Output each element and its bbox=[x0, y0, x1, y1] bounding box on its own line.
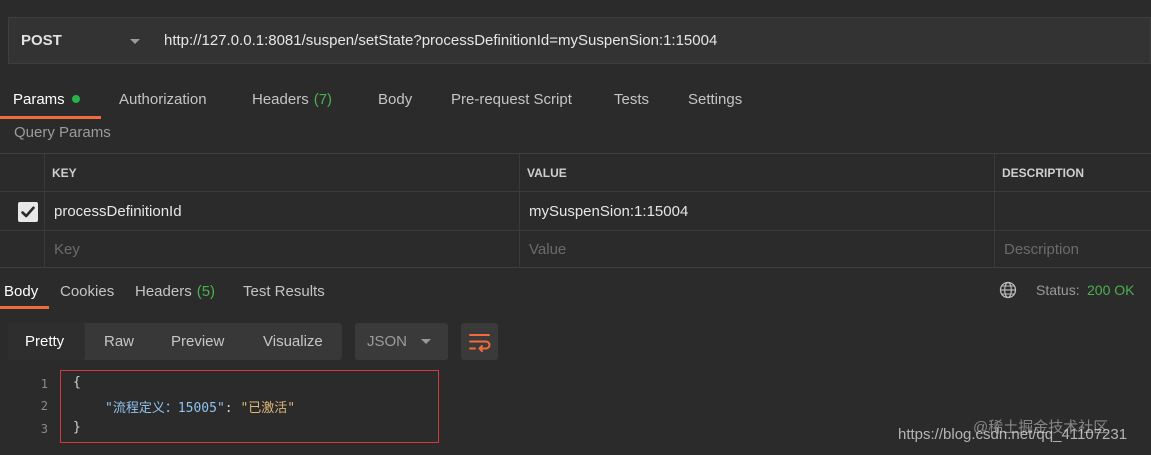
tab-headers-label: Headers bbox=[252, 90, 309, 108]
code-close-brace: } bbox=[73, 420, 81, 435]
request-bar: POST http://127.0.0.1:8081/suspen/setSta… bbox=[8, 17, 1151, 64]
url-input[interactable]: http://127.0.0.1:8081/suspen/setState?pr… bbox=[164, 18, 717, 63]
method-select[interactable]: POST bbox=[9, 18, 155, 63]
response-tab-test-results[interactable]: Test Results bbox=[243, 276, 325, 306]
tab-tests[interactable]: Tests bbox=[614, 83, 649, 115]
tab-headers-count: (7) bbox=[313, 90, 333, 108]
tab-headers[interactable]: Headers (7) bbox=[252, 83, 332, 115]
chevron-down-icon bbox=[421, 339, 431, 344]
table-header-row: KEY VALUE DESCRIPTION bbox=[0, 154, 1151, 192]
new-description-input[interactable]: Description bbox=[1004, 231, 1079, 268]
view-pretty-button[interactable]: Pretty bbox=[25, 323, 64, 360]
response-tab-body[interactable]: Body bbox=[4, 276, 38, 306]
new-value-input[interactable]: Value bbox=[529, 231, 566, 268]
column-header-value: VALUE bbox=[527, 165, 567, 180]
json-value: "已激活" bbox=[240, 401, 296, 416]
view-preview-button[interactable]: Preview bbox=[171, 323, 224, 360]
tab-pre-request-script-label: Pre-request Script bbox=[451, 90, 572, 108]
watermark-csdn: https://blog.csdn.net/qq_41107231 bbox=[898, 426, 1128, 443]
line-number: 3 bbox=[40, 422, 48, 436]
column-header-description: DESCRIPTION bbox=[1002, 165, 1085, 180]
param-description-input[interactable] bbox=[1004, 192, 1144, 230]
json-colon: : bbox=[224, 401, 241, 416]
tab-settings-label: Settings bbox=[688, 90, 743, 108]
code-line-1: { bbox=[73, 375, 81, 390]
param-enabled-checkbox[interactable] bbox=[18, 202, 38, 222]
request-tabs: Params Authorization Headers (7) Body Pr… bbox=[0, 83, 1151, 119]
wrap-lines-button[interactable] bbox=[461, 323, 498, 360]
params-active-dot-icon bbox=[71, 95, 80, 103]
response-tab-body-label: Body bbox=[4, 282, 39, 300]
tab-params[interactable]: Params bbox=[13, 83, 80, 115]
line-number: 1 bbox=[40, 377, 48, 391]
line-number: 2 bbox=[40, 399, 48, 413]
wrap-lines-icon bbox=[469, 334, 491, 352]
tab-authorization[interactable]: Authorization bbox=[119, 83, 207, 115]
chevron-down-icon bbox=[130, 39, 140, 44]
column-header-key: KEY bbox=[52, 165, 77, 180]
tab-body[interactable]: Body bbox=[378, 83, 412, 115]
tab-tests-label: Tests bbox=[614, 90, 650, 108]
format-select[interactable]: JSON bbox=[355, 323, 448, 360]
tab-params-label: Params bbox=[13, 90, 65, 108]
response-tab-headers[interactable]: Headers (5) bbox=[135, 276, 215, 306]
tab-settings[interactable]: Settings bbox=[688, 83, 742, 115]
checkmark-icon bbox=[21, 206, 35, 218]
response-tab-headers-label: Headers bbox=[135, 282, 192, 300]
response-tab-cookies[interactable]: Cookies bbox=[60, 276, 114, 306]
code-line-3: } bbox=[73, 420, 81, 435]
format-select-label: JSON bbox=[367, 333, 408, 350]
param-key-input[interactable]: processDefinitionId bbox=[54, 192, 182, 230]
query-params-title: Query Params bbox=[14, 124, 111, 141]
table-row-new: Key Value Description bbox=[0, 231, 1151, 268]
response-tabs: Body Cookies Headers (5) Test Results bbox=[0, 276, 1151, 310]
response-tab-test-results-label: Test Results bbox=[243, 282, 325, 300]
code-open-brace: { bbox=[73, 375, 81, 390]
response-body-highlight[interactable]: { "流程定义：15005": "已激活" } bbox=[60, 370, 439, 443]
code-line-2: "流程定义：15005": "已激活" bbox=[105, 397, 295, 416]
json-key: "流程定义：15005" bbox=[105, 401, 225, 416]
param-value-input[interactable]: mySuspenSion:1:15004 bbox=[529, 192, 688, 230]
view-visualize-button[interactable]: Visualize bbox=[263, 323, 323, 360]
method-label: POST bbox=[21, 32, 62, 49]
table-row: processDefinitionId mySuspenSion:1:15004 bbox=[0, 192, 1151, 231]
response-tab-headers-count: (5) bbox=[196, 282, 216, 300]
tab-authorization-label: Authorization bbox=[119, 90, 207, 108]
tab-pre-request-script[interactable]: Pre-request Script bbox=[451, 83, 572, 115]
globe-icon[interactable] bbox=[999, 281, 1017, 299]
status-label: Status: bbox=[1036, 282, 1080, 298]
active-tab-indicator bbox=[0, 116, 101, 119]
status-badge[interactable]: 200 OK bbox=[1087, 282, 1134, 298]
view-mode-group: Pretty Raw Preview Visualize bbox=[8, 323, 342, 360]
view-raw-button[interactable]: Raw bbox=[104, 323, 134, 360]
response-tab-cookies-label: Cookies bbox=[60, 282, 115, 300]
new-key-input[interactable]: Key bbox=[54, 231, 80, 268]
tab-body-label: Body bbox=[378, 90, 413, 108]
active-response-tab-indicator bbox=[0, 306, 49, 309]
query-params-table: KEY VALUE DESCRIPTION processDefinitionI… bbox=[0, 153, 1151, 268]
